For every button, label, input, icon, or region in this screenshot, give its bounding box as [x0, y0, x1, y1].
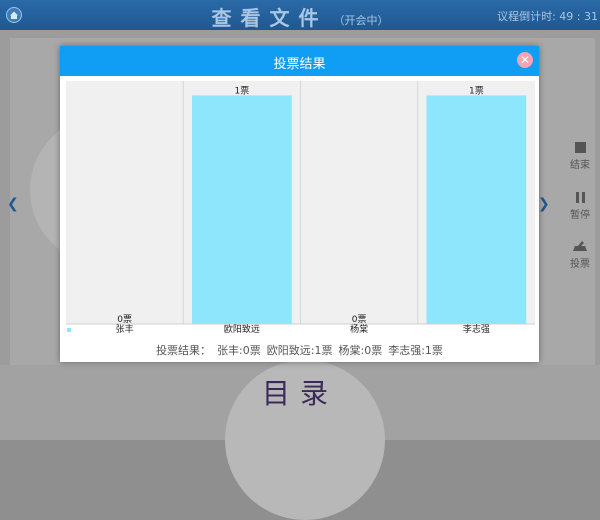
page-title-text: 查看文件	[211, 6, 328, 30]
category-label: 李志强	[463, 323, 490, 335]
vote-icon	[573, 241, 587, 251]
top-bar: 查看文件 （开会中） 议程倒计时: 49 : 31	[0, 0, 600, 30]
table-of-contents-title[interactable]: 目录	[0, 372, 600, 412]
category-label: 杨棠	[350, 323, 368, 335]
summary-prefix: 投票结果：	[156, 344, 212, 357]
summary-item: 杨棠:0票	[338, 344, 383, 357]
vote-button[interactable]: 投票	[560, 240, 600, 270]
pause-icon	[575, 192, 585, 203]
previous-page-icon[interactable]: ❮	[7, 196, 19, 212]
pause-button-label: 暂停	[570, 210, 590, 221]
next-page-icon[interactable]: ❯	[538, 196, 550, 212]
dialog-title: 投票结果	[273, 57, 326, 72]
summary-item: 李志强:1票	[388, 344, 443, 357]
bar	[426, 95, 527, 324]
vote-result-dialog: 投票结果 ✕ 0票 张丰 1票 欧阳致远 0票 杨棠 1票 李志强 投票结果： 张丰:0票 欧阳致…	[60, 46, 539, 362]
category-label: 张丰	[116, 323, 134, 335]
summary-item: 张丰:0票	[217, 344, 261, 357]
agenda-countdown: 议程倒计时: 49 : 31	[497, 10, 598, 23]
bar-value-label: 1票	[469, 85, 484, 96]
bar-value-label: 0票	[117, 314, 132, 325]
summary-item: 欧阳致远:1票	[266, 344, 333, 357]
bar	[192, 95, 292, 324]
stop-icon	[574, 142, 586, 153]
end-button-label: 结束	[570, 160, 590, 171]
close-icon[interactable]: ✕	[517, 52, 533, 68]
legend-swatch	[67, 328, 71, 332]
pause-button[interactable]: 暂停	[560, 192, 600, 221]
bar-value-label: 0票	[352, 314, 367, 325]
meeting-status: （开会中）	[333, 13, 389, 27]
category-label: 欧阳致远	[224, 323, 260, 335]
vote-bar-chart: 0票张丰1票欧阳致远0票杨棠1票李志强	[66, 81, 535, 335]
vote-button-label: 投票	[570, 259, 590, 270]
vote-summary: 投票结果： 张丰:0票 欧阳致远:1票 杨棠:0票 李志强:1票	[60, 342, 539, 358]
dialog-header: 投票结果 ✕	[60, 46, 539, 76]
bar-value-label: 1票	[235, 85, 250, 96]
end-button[interactable]: 结束	[560, 142, 600, 171]
